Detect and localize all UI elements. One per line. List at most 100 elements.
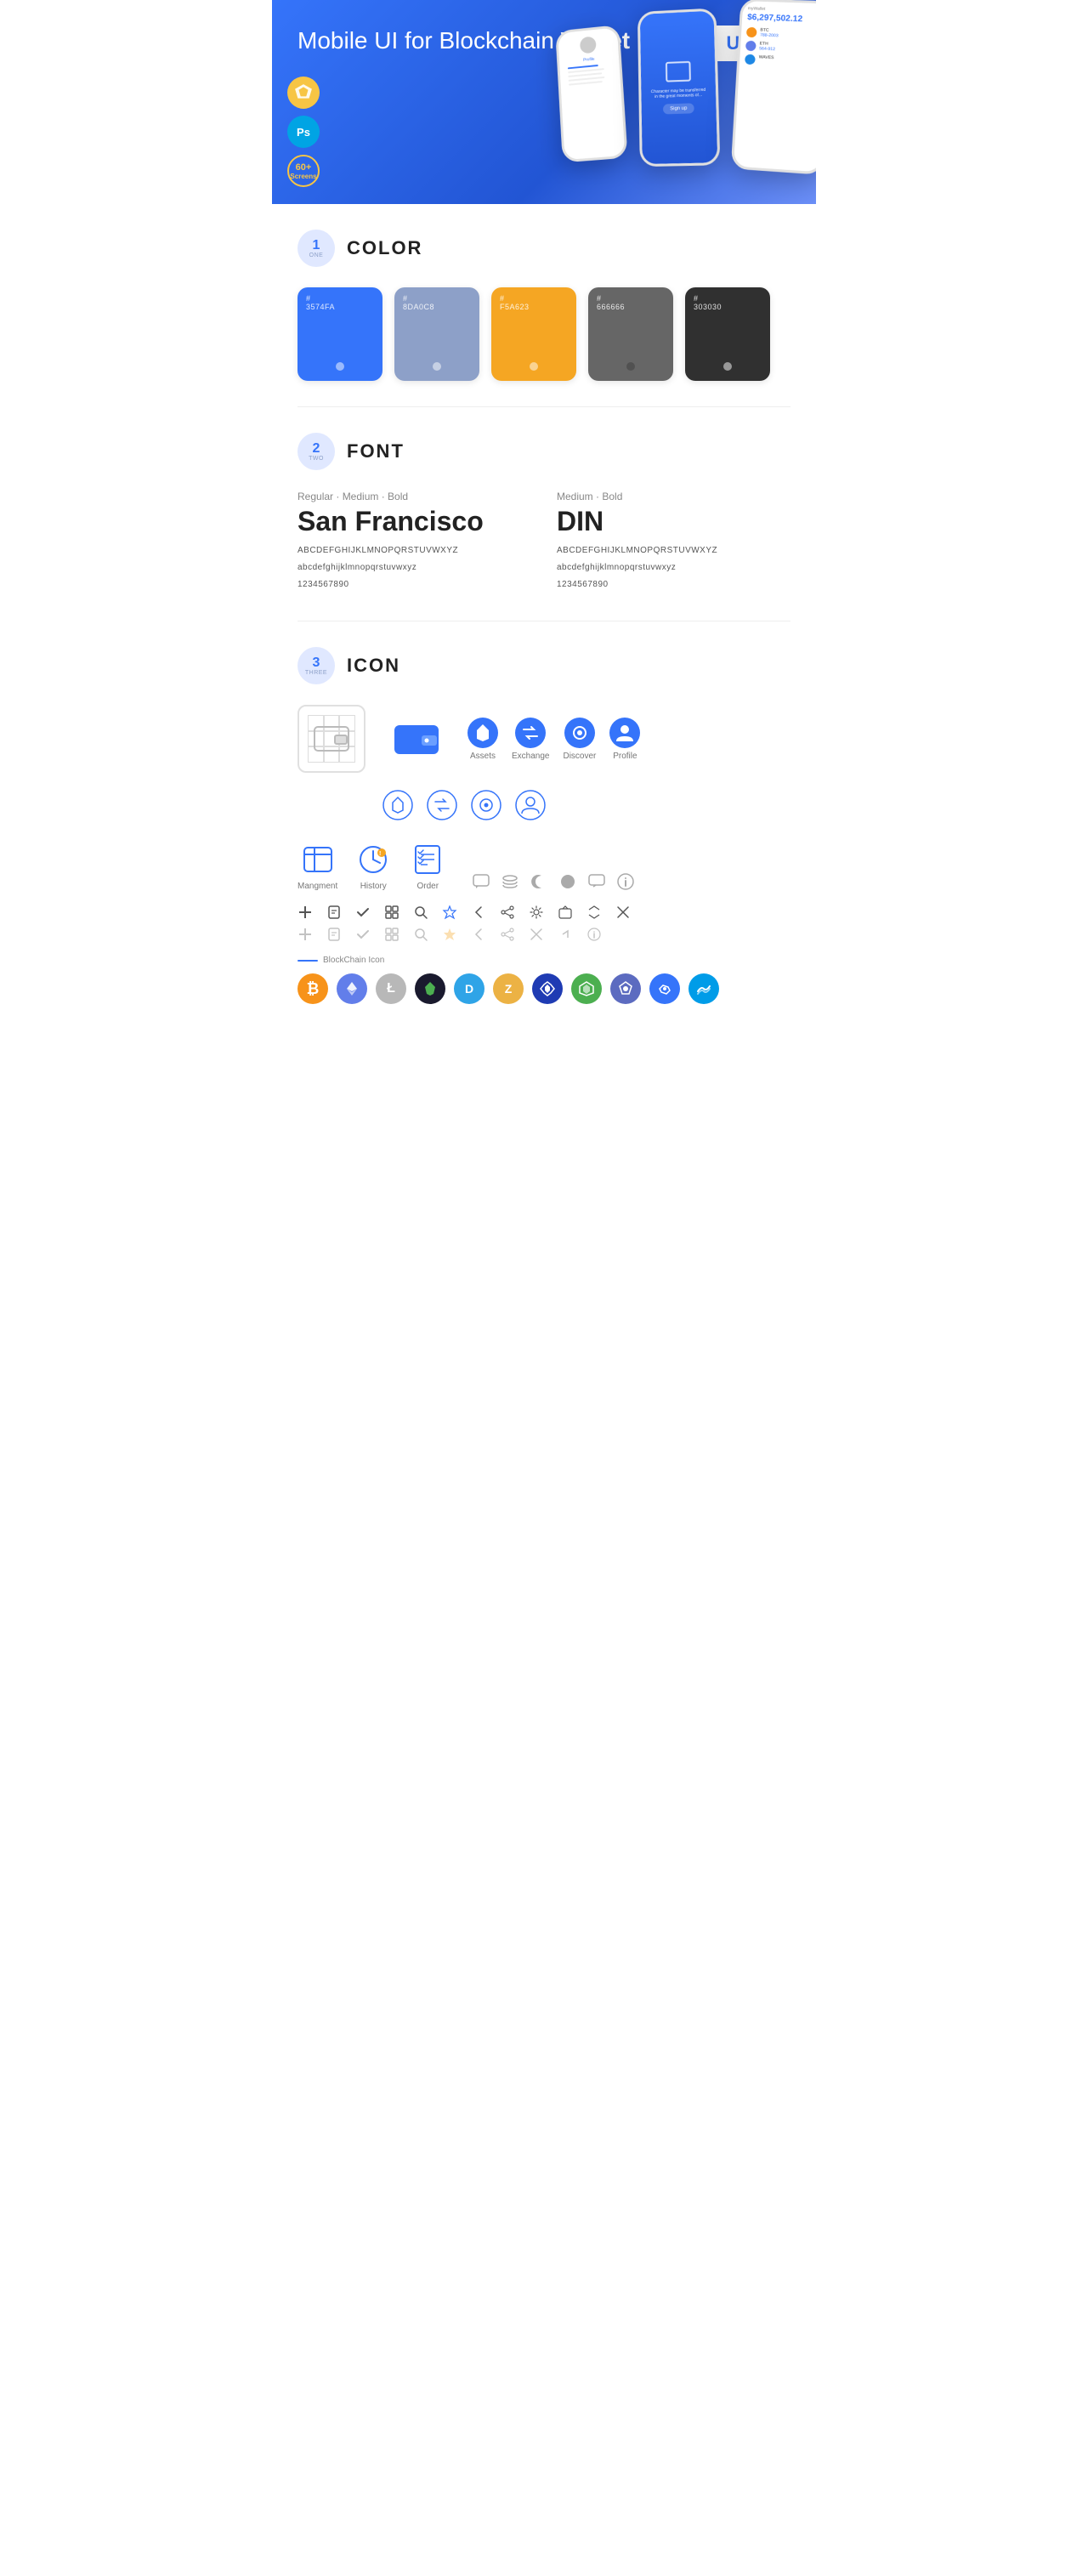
ethereum-icon bbox=[337, 973, 367, 1004]
assets-label: Assets bbox=[470, 752, 496, 761]
sf-lowercase: abcdefghijklmnopqrstuvwxyz bbox=[298, 561, 531, 575]
blockchain-line bbox=[298, 960, 318, 962]
icon-section-number: 3 THREE bbox=[298, 647, 335, 684]
misc-icons-row bbox=[472, 872, 635, 891]
star-icon bbox=[442, 905, 457, 920]
crypto-icons-row: ₿ Ł D Z bbox=[298, 973, 790, 1004]
hero-badges: Ps 60+ Screens bbox=[287, 77, 320, 187]
search-icon-2 bbox=[413, 927, 428, 942]
augur-icon bbox=[571, 973, 602, 1004]
color-word: ONE bbox=[309, 252, 324, 258]
history-icon: ! bbox=[354, 841, 392, 878]
assets-outline-item bbox=[382, 790, 413, 820]
sketch-badge bbox=[287, 77, 320, 109]
outline-icons-row bbox=[298, 790, 790, 820]
management-icon bbox=[299, 841, 337, 878]
exchange-icon-item: Exchange bbox=[512, 718, 549, 761]
named-icons-group: Assets Exchange Discover bbox=[468, 718, 640, 761]
chevron-left-icon-2 bbox=[471, 927, 486, 942]
clipboard-icon bbox=[326, 905, 342, 920]
stack-icon bbox=[501, 872, 519, 891]
info-icon bbox=[616, 872, 635, 891]
exchange-outline-item bbox=[427, 790, 457, 820]
font-section-header: 2 TWO FONT bbox=[298, 433, 790, 470]
vertcoin-icon bbox=[415, 973, 445, 1004]
arrow-icon-2 bbox=[558, 927, 573, 942]
x-icon-2 bbox=[529, 927, 544, 942]
din-lowercase: abcdefghijklmnopqrstuvwxyz bbox=[557, 561, 790, 575]
assets-outline-icon bbox=[382, 790, 413, 820]
order-icon-item: Order bbox=[409, 841, 446, 891]
swatch-dark: #303030 bbox=[685, 287, 770, 381]
exchange-outline-icon bbox=[427, 790, 457, 820]
icon-title: ICON bbox=[347, 655, 400, 677]
phone-middle: Character may be transferred in the grea… bbox=[638, 8, 720, 167]
dash-icon: D bbox=[454, 973, 484, 1004]
din-name: DIN bbox=[557, 506, 790, 537]
order-label: Order bbox=[416, 882, 439, 891]
blockchain-label: BlockChain Icon bbox=[298, 956, 790, 965]
color-swatches-container: #3574FA #8DA0C8 #F5A623 #666666 #303030 bbox=[298, 287, 790, 381]
font-grid: Regular · Medium · Bold San Francisco AB… bbox=[298, 491, 790, 595]
hero-title-text: Mobile UI for Blockchain bbox=[298, 27, 561, 54]
phone-left: Profile bbox=[555, 25, 627, 162]
zcash-icon: Z bbox=[493, 973, 524, 1004]
color-section-number: 1 ONE bbox=[298, 230, 335, 267]
assets-icon bbox=[468, 718, 498, 748]
bubble-icon bbox=[587, 872, 606, 891]
font-section-number: 2 TWO bbox=[298, 433, 335, 470]
order-icon bbox=[409, 841, 446, 878]
color-title: COLOR bbox=[347, 237, 422, 259]
icon-box-filled bbox=[382, 705, 450, 773]
assets-icon-item: Assets bbox=[468, 718, 498, 761]
icon-constructor-row: Assets Exchange Discover bbox=[298, 705, 790, 773]
swatch-mid-gray: #666666 bbox=[588, 287, 673, 381]
screens-badge: 60+ Screens bbox=[287, 155, 320, 187]
grid-icon-2 bbox=[384, 927, 400, 942]
icon-number: 3 bbox=[313, 656, 320, 670]
search-icon bbox=[413, 905, 428, 920]
profile-label: Profile bbox=[613, 752, 637, 761]
discover-label: Discover bbox=[563, 752, 596, 761]
check-icon bbox=[355, 905, 371, 920]
sf-uppercase: ABCDEFGHIJKLMNOPQRSTUVWXYZ bbox=[298, 544, 531, 558]
ark-icon bbox=[610, 973, 641, 1004]
circle-icon bbox=[558, 872, 577, 891]
svg-text:!: ! bbox=[379, 851, 381, 857]
icon-section: 3 THREE ICON bbox=[272, 621, 816, 1030]
close-icon bbox=[615, 905, 631, 920]
icon-word: THREE bbox=[305, 670, 327, 676]
phone-right: myWallet $6,297,502.12 BTC 788-2003 ETH … bbox=[731, 0, 816, 175]
icon-section-header: 3 THREE ICON bbox=[298, 647, 790, 684]
hero-section: Mobile UI for Blockchain Wallet UI Kit P… bbox=[272, 0, 816, 204]
history-icon-item: ! History bbox=[354, 841, 392, 891]
blockchain-label-text: BlockChain Icon bbox=[323, 956, 384, 965]
bitcoin-icon: ₿ bbox=[298, 973, 328, 1004]
crescent-icon bbox=[530, 872, 548, 891]
profile-outline-icon bbox=[515, 790, 546, 820]
chevron-left-icon bbox=[471, 905, 486, 920]
sf-numbers: 1234567890 bbox=[298, 578, 531, 592]
discover-outline-item bbox=[471, 790, 502, 820]
din-uppercase: ABCDEFGHIJKLMNOPQRSTUVWXYZ bbox=[557, 544, 790, 558]
color-number: 1 bbox=[313, 239, 320, 252]
check-icon-2 bbox=[355, 927, 371, 942]
profile-outline-item bbox=[515, 790, 546, 820]
exchange-label: Exchange bbox=[512, 752, 549, 761]
font-title: FONT bbox=[347, 440, 405, 462]
clipboard-icon-2 bbox=[326, 927, 342, 942]
font-section: 2 TWO FONT Regular · Medium · Bold San F… bbox=[272, 407, 816, 621]
font-number: 2 bbox=[313, 442, 320, 456]
utility-icons-row-1 bbox=[298, 905, 790, 920]
icon-box-grid bbox=[298, 705, 366, 773]
color-section: 1 ONE COLOR #3574FA #8DA0C8 #F5A623 #666… bbox=[272, 204, 816, 406]
font-din: Medium · Bold DIN ABCDEFGHIJKLMNOPQRSTUV… bbox=[557, 491, 790, 595]
sf-name: San Francisco bbox=[298, 506, 531, 537]
phone-mockups: Profile Character may be transferred in … bbox=[555, 8, 816, 182]
discover-icon bbox=[564, 718, 595, 748]
litecoin-icon: Ł bbox=[376, 973, 406, 1004]
discover-icon-item: Discover bbox=[563, 718, 596, 761]
plus-icon bbox=[298, 905, 313, 920]
profile-icon bbox=[609, 718, 640, 748]
management-label: Mangment bbox=[298, 882, 337, 891]
